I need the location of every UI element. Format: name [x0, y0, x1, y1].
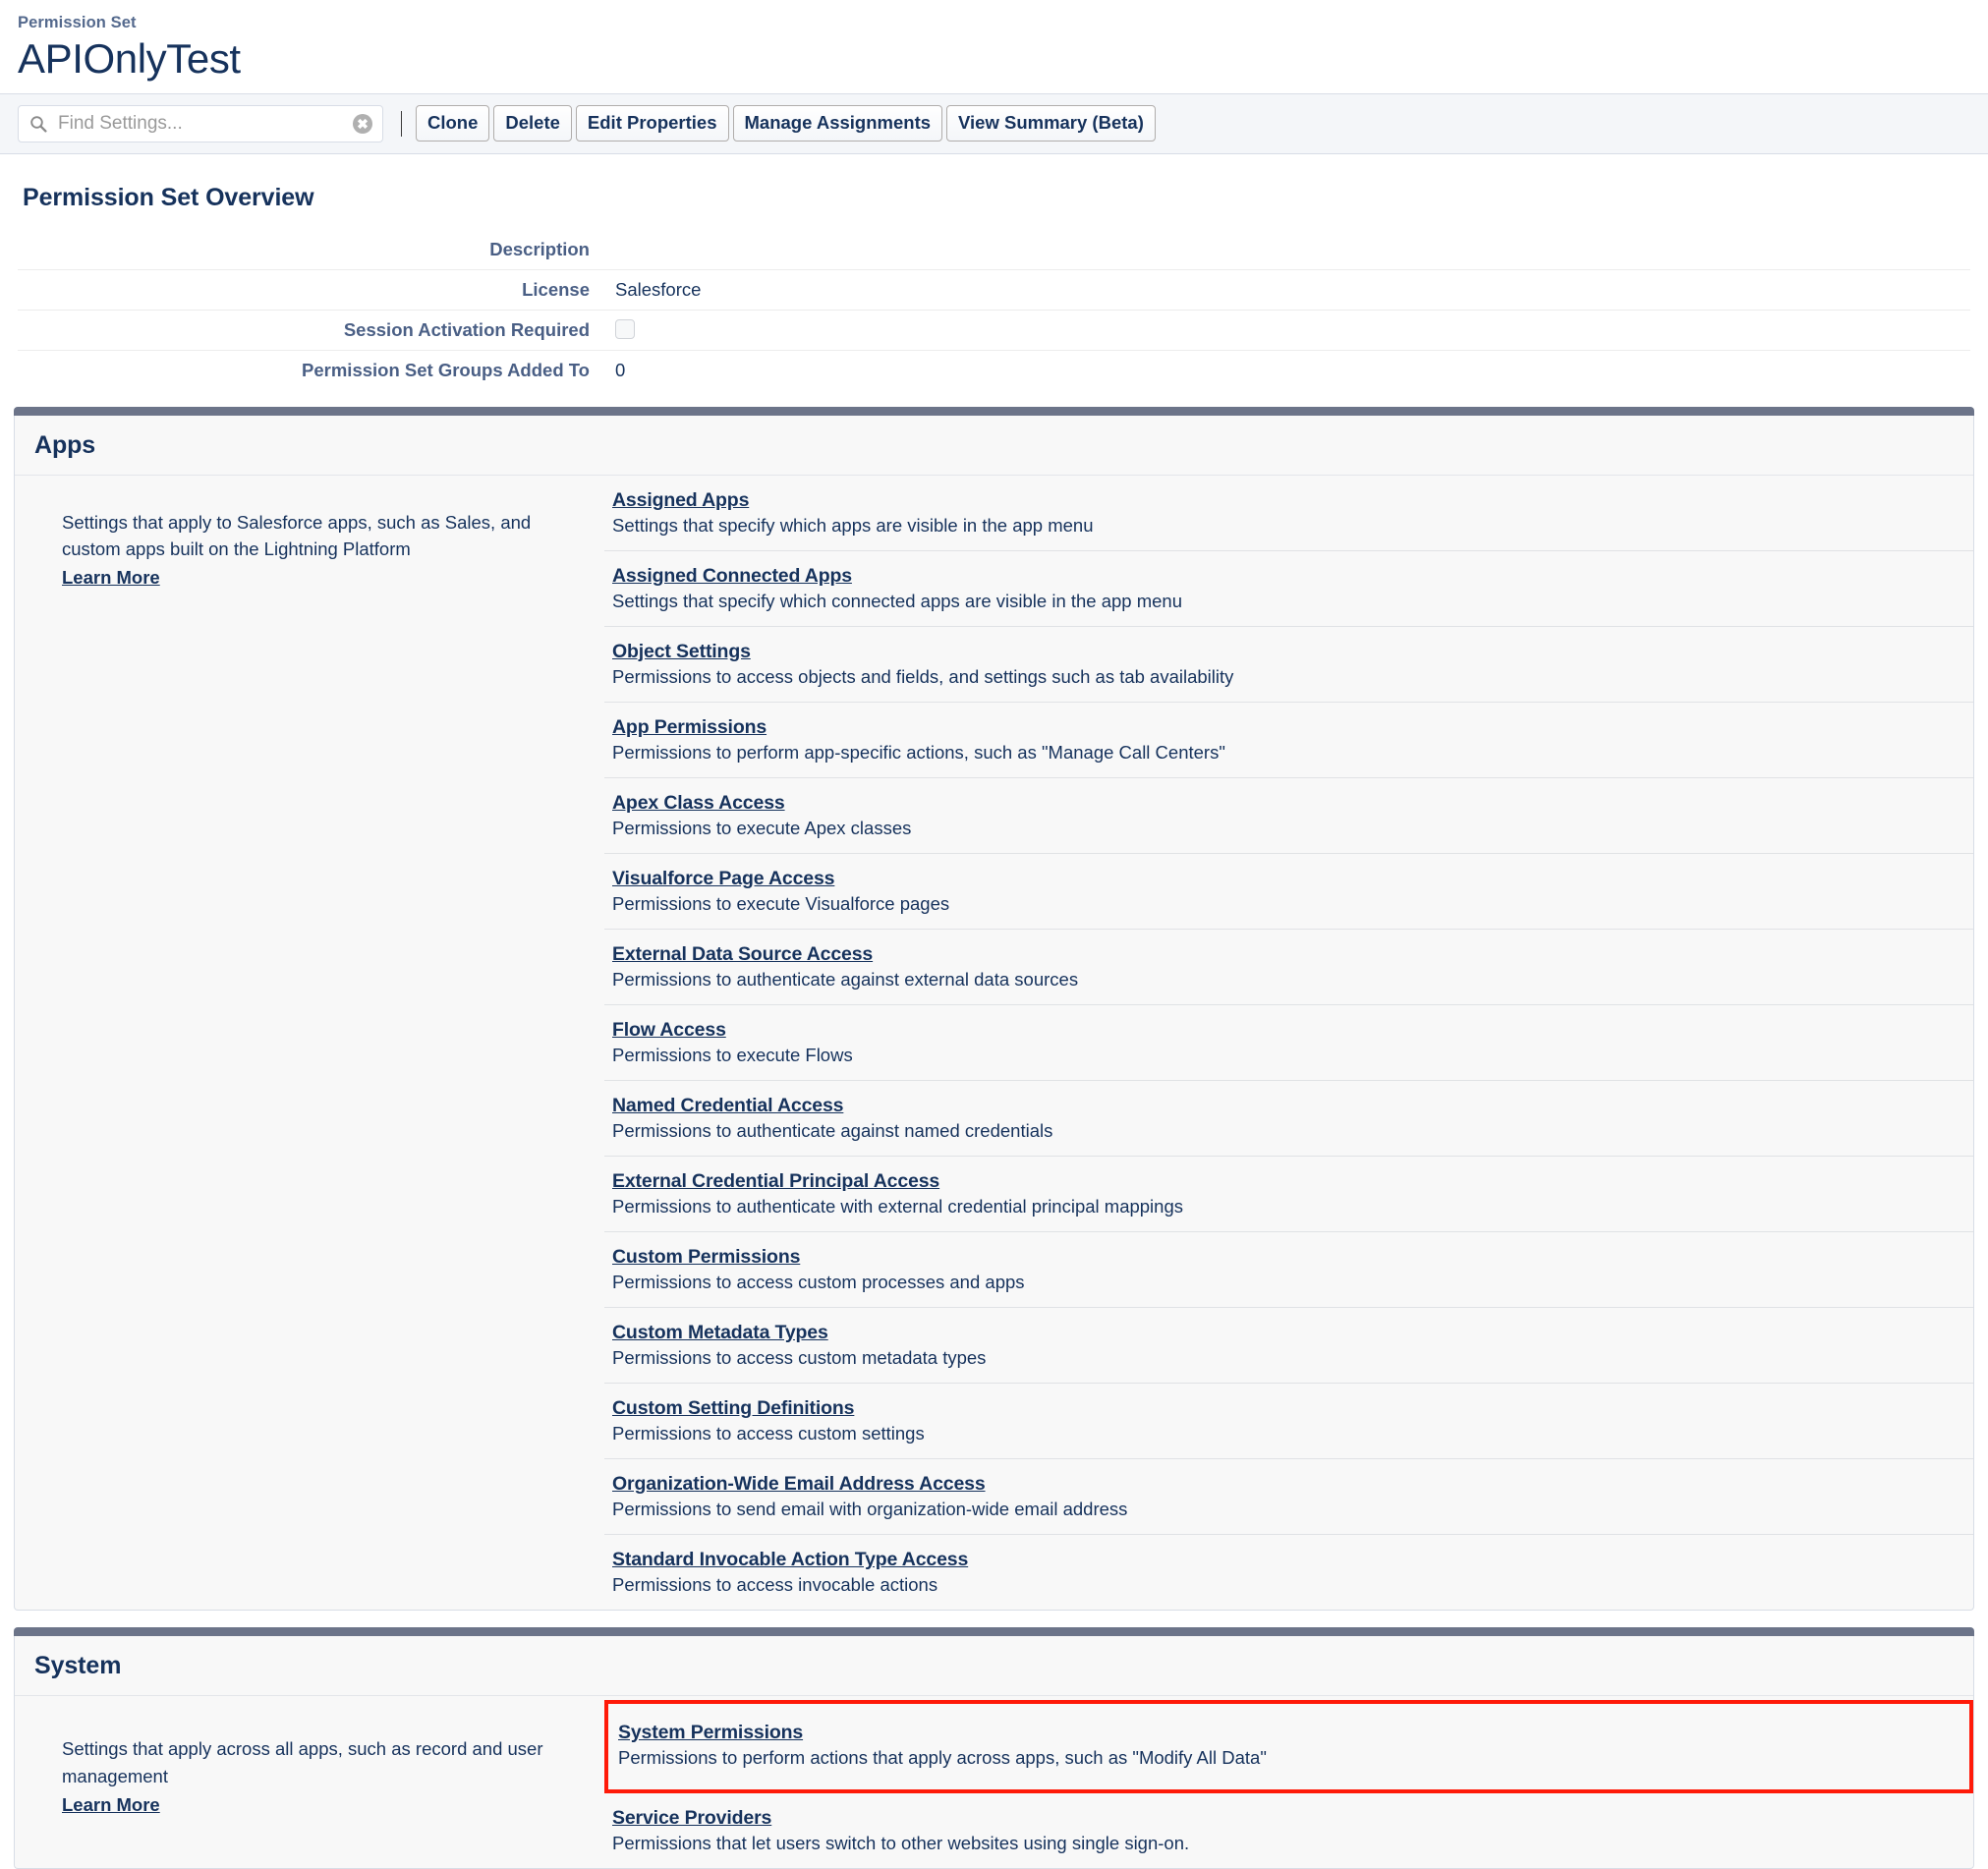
setting-description: Permissions to execute Flows — [612, 1044, 853, 1065]
detail-row-permission-set-groups: Permission Set Groups Added To 0 — [18, 349, 1970, 390]
search-container: ✖ — [18, 104, 383, 142]
learn-more-link[interactable]: Learn More — [62, 1791, 160, 1818]
delete-button[interactable]: Delete — [493, 105, 572, 142]
link-item-service-providers: Service Providers Permissions that let u… — [604, 1793, 1973, 1868]
link-item-external-data-source-access: External Data Source Access Permissions … — [604, 930, 1973, 1005]
link-item-standard-invocable-action-type-access: Standard Invocable Action Type Access Pe… — [604, 1535, 1973, 1610]
manage-assignments-button[interactable]: Manage Assignments — [732, 105, 943, 142]
detail-label: Session Activation Required — [18, 309, 615, 351]
link-item-organization-wide-email-address-access: Organization-Wide Email Address Access P… — [604, 1459, 1973, 1536]
permission-set-overview: Permission Set Overview Description Lice… — [0, 154, 1988, 390]
detail-label: Description — [489, 238, 590, 259]
section-description: Settings that apply to Salesforce apps, … — [15, 476, 604, 625]
setting-link[interactable]: Named Credential Access — [612, 1095, 844, 1117]
setting-description: Permissions to authenticate with externa… — [612, 1195, 1183, 1217]
page-header: Permission Set APIOnlyTest — [0, 0, 1988, 93]
link-item-external-credential-principal-access: External Credential Principal Access Per… — [604, 1157, 1973, 1232]
toolbar-divider — [401, 110, 402, 137]
setting-description: Permissions to access invocable actions — [612, 1574, 938, 1596]
setting-description: Permissions to authenticate against exte… — [612, 968, 1079, 990]
setting-description: Settings that specify which apps are vis… — [612, 514, 1094, 536]
link-item-assigned-apps: Assigned Apps Settings that specify whic… — [604, 476, 1973, 551]
setting-link[interactable]: Visualforce Page Access — [612, 868, 835, 890]
setting-link[interactable]: Assigned Connected Apps — [612, 565, 852, 588]
setting-description: Permissions to authenticate against name… — [612, 1119, 1053, 1141]
section-links-list: Assigned Apps Settings that specify whic… — [604, 476, 1973, 1611]
setting-link[interactable]: App Permissions — [612, 716, 767, 739]
search-input[interactable] — [18, 104, 383, 142]
clone-button[interactable]: Clone — [416, 105, 490, 142]
link-item-custom-metadata-types: Custom Metadata Types Permissions to acc… — [604, 1308, 1973, 1385]
section-title: Apps — [34, 430, 96, 459]
section-description: Settings that apply across all apps, suc… — [15, 1696, 604, 1851]
section-system-header[interactable]: System — [15, 1636, 1973, 1697]
setting-link[interactable]: Custom Setting Definitions — [612, 1397, 855, 1420]
setting-link[interactable]: Custom Metadata Types — [612, 1322, 828, 1344]
detail-label: Permission Set Groups Added To — [18, 349, 615, 390]
setting-description: Permissions to access custom processes a… — [612, 1271, 1025, 1292]
setting-description: Permissions to perform actions that appl… — [618, 1747, 1267, 1769]
learn-more-link[interactable]: Learn More — [62, 564, 160, 591]
overview-heading: Permission Set Overview — [23, 183, 314, 211]
detail-row-license: License Salesforce — [18, 268, 1970, 311]
section-description-text: Settings that apply across all apps, suc… — [62, 1738, 543, 1786]
detail-value — [615, 230, 1970, 270]
section-description-text: Settings that apply to Salesforce apps, … — [62, 511, 532, 559]
link-item-named-credential-access: Named Credential Access Permissions to a… — [604, 1081, 1973, 1157]
setting-description: Permissions to access custom settings — [612, 1423, 925, 1444]
clear-search-icon[interactable]: ✖ — [353, 113, 372, 134]
section-apps: Apps Settings that apply to Salesforce a… — [14, 406, 1974, 1612]
setting-link[interactable]: Custom Permissions — [612, 1246, 800, 1269]
section-system-body: Settings that apply across all apps, suc… — [15, 1696, 1973, 1868]
setting-description: Permissions that let users switch to oth… — [612, 1833, 1190, 1854]
setting-link[interactable]: Standard Invocable Action Type Access — [612, 1549, 968, 1571]
setting-description: Settings that specify which connected ap… — [612, 590, 1183, 611]
setting-link[interactable]: Assigned Apps — [612, 489, 749, 512]
link-item-assigned-connected-apps: Assigned Connected Apps Settings that sp… — [604, 551, 1973, 627]
setting-description: Permissions to send email with organizat… — [612, 1499, 1128, 1520]
setting-link[interactable]: Apex Class Access — [612, 792, 785, 815]
link-item-app-permissions: App Permissions Permissions to perform a… — [604, 703, 1973, 778]
setting-description: Permissions to perform app-specific acti… — [612, 741, 1225, 763]
detail-value: Salesforce — [615, 268, 1970, 311]
link-item-visualforce-page-access: Visualforce Page Access Permissions to e… — [604, 854, 1973, 930]
record-type-label: Permission Set — [18, 14, 137, 31]
page-title: APIOnlyTest — [18, 34, 241, 82]
setting-link[interactable]: System Permissions — [618, 1722, 803, 1744]
link-item-object-settings: Object Settings Permissions to access ob… — [604, 627, 1973, 703]
session-activation-checkbox[interactable] — [615, 318, 635, 339]
setting-link[interactable]: External Credential Principal Access — [612, 1170, 939, 1193]
section-apps-body: Settings that apply to Salesforce apps, … — [15, 476, 1973, 1611]
setting-description: Permissions to access objects and fields… — [612, 665, 1234, 687]
section-links-list: System Permissions Permissions to perfor… — [604, 1696, 1973, 1868]
detail-row-description: Description — [18, 230, 1970, 270]
section-system: System Settings that apply across all ap… — [14, 1627, 1974, 1869]
overview-detail-table: Description License Salesforce Session A… — [18, 230, 1970, 390]
link-item-apex-class-access: Apex Class Access Permissions to execute… — [604, 778, 1973, 854]
setting-link[interactable]: Flow Access — [612, 1019, 726, 1042]
link-item-custom-setting-definitions: Custom Setting Definitions Permissions t… — [604, 1384, 1973, 1460]
setting-description: Permissions to access custom metadata ty… — [612, 1347, 987, 1369]
edit-properties-button[interactable]: Edit Properties — [575, 105, 729, 142]
setting-link[interactable]: Organization-Wide Email Address Access — [612, 1473, 986, 1496]
detail-label: License — [18, 268, 615, 311]
detail-row-session-activation: Session Activation Required — [18, 309, 1970, 351]
action-toolbar: ✖ Clone Delete Edit Properties Manage As… — [0, 92, 1988, 154]
setting-link[interactable]: Object Settings — [612, 641, 751, 663]
link-item-system-permissions: System Permissions Permissions to perfor… — [604, 1700, 1973, 1794]
link-item-flow-access: Flow Access Permissions to execute Flows — [604, 1005, 1973, 1081]
section-title: System — [34, 1652, 122, 1680]
setting-description: Permissions to execute Visualforce pages — [612, 892, 950, 914]
detail-value — [615, 309, 1970, 351]
setting-link[interactable]: Service Providers — [612, 1807, 771, 1830]
setting-link[interactable]: External Data Source Access — [612, 943, 873, 966]
link-item-custom-permissions: Custom Permissions Permissions to access… — [604, 1232, 1973, 1309]
view-summary-beta-button[interactable]: View Summary (Beta) — [946, 105, 1156, 142]
setting-description: Permissions to execute Apex classes — [612, 817, 912, 838]
section-apps-header[interactable]: Apps — [15, 415, 1973, 476]
detail-value: 0 — [615, 349, 1970, 390]
